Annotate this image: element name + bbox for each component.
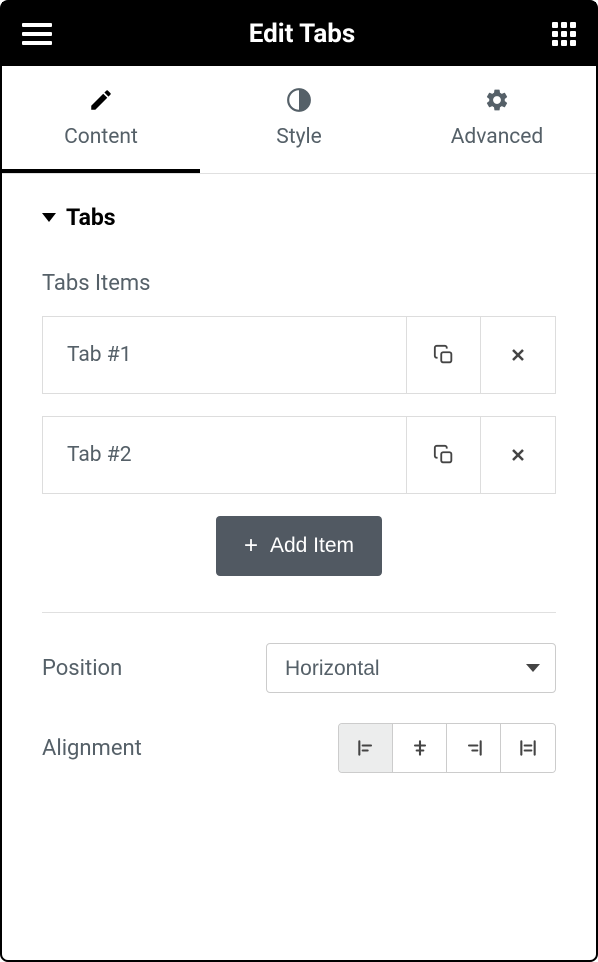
alignment-label: Alignment — [42, 736, 142, 761]
tabs-nav: Content Style Advanced — [2, 66, 596, 174]
align-left-icon — [356, 738, 376, 758]
alignment-control: Alignment — [42, 723, 556, 773]
plus-icon: + — [244, 532, 258, 560]
position-select[interactable]: Horizontal — [266, 643, 556, 693]
apps-icon[interactable] — [552, 22, 576, 46]
caret-down-icon — [42, 213, 56, 222]
pencil-icon — [88, 87, 114, 113]
delete-button[interactable] — [481, 317, 555, 393]
tab-label: Content — [64, 125, 138, 149]
tab-item-name: Tab #1 — [43, 317, 407, 393]
gear-icon — [484, 87, 510, 113]
tab-advanced[interactable]: Advanced — [398, 66, 596, 173]
tab-label: Style — [276, 125, 322, 149]
align-center-icon — [410, 738, 430, 758]
position-control: Position Horizontal — [42, 643, 556, 693]
position-label: Position — [42, 656, 122, 681]
panel-content: Tabs Tabs Items Tab #1 Tab #2 — [2, 174, 596, 833]
tabs-items-label: Tabs Items — [42, 271, 556, 296]
tab-list-item[interactable]: Tab #1 — [42, 316, 556, 394]
tab-item-name: Tab #2 — [43, 417, 407, 493]
close-icon — [508, 445, 528, 465]
duplicate-button[interactable] — [407, 317, 481, 393]
add-item-label: Add Item — [270, 534, 354, 558]
align-left-button[interactable] — [339, 724, 393, 772]
align-center-button[interactable] — [393, 724, 447, 772]
align-justify-button[interactable] — [501, 724, 555, 772]
copy-icon — [433, 344, 455, 366]
tab-style[interactable]: Style — [200, 66, 398, 173]
align-right-icon — [464, 738, 484, 758]
menu-icon[interactable] — [22, 23, 52, 45]
section-title: Tabs — [66, 204, 116, 231]
tab-list-item[interactable]: Tab #2 — [42, 416, 556, 494]
tab-label: Advanced — [451, 125, 544, 149]
copy-icon — [433, 444, 455, 466]
add-item-button[interactable]: + Add Item — [216, 516, 382, 576]
divider — [42, 612, 556, 613]
alignment-button-group — [338, 723, 556, 773]
duplicate-button[interactable] — [407, 417, 481, 493]
align-justify-icon — [518, 738, 538, 758]
header-title: Edit Tabs — [52, 19, 552, 49]
delete-button[interactable] — [481, 417, 555, 493]
close-icon — [508, 345, 528, 365]
position-select-wrapper: Horizontal — [266, 643, 556, 693]
header: Edit Tabs — [2, 2, 596, 66]
align-right-button[interactable] — [447, 724, 501, 772]
half-circle-icon — [286, 87, 312, 113]
section-header[interactable]: Tabs — [42, 204, 556, 231]
tab-content[interactable]: Content — [2, 66, 200, 173]
